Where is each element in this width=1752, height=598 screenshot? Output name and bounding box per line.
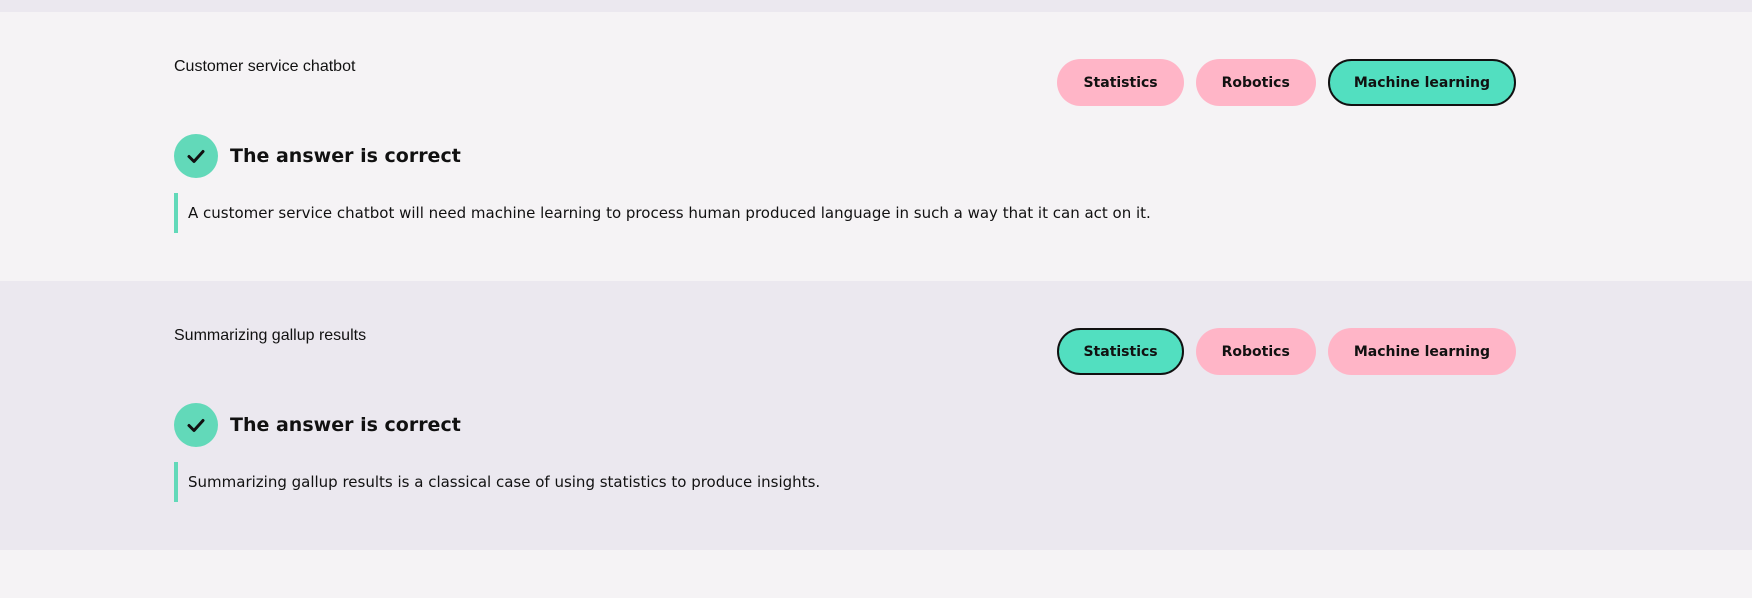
result-row: The answer is correct: [174, 403, 461, 447]
explanation-text: A customer service chatbot will need mac…: [174, 193, 1151, 233]
bottom-area: [0, 550, 1752, 598]
question-title: Summarizing gallup results: [174, 327, 367, 344]
option-robotics-button[interactable]: Robotics: [1195, 59, 1316, 106]
top-strip: [0, 0, 1752, 12]
question-card-gallup: Summarizing gallup results Statistics Ro…: [0, 281, 1752, 550]
option-statistics-button[interactable]: Statistics: [1057, 59, 1184, 106]
checkmark-icon: [174, 134, 218, 178]
question-title: Customer service chatbot: [174, 58, 356, 75]
explanation-text: Summarizing gallup results is a classica…: [174, 462, 820, 502]
option-statistics-button[interactable]: Statistics: [1057, 328, 1184, 375]
answer-options: Statistics Robotics Machine learning: [1057, 328, 1516, 375]
checkmark-icon: [174, 403, 218, 447]
option-machine-learning-button[interactable]: Machine learning: [1327, 59, 1516, 106]
option-robotics-button[interactable]: Robotics: [1195, 328, 1316, 375]
question-card-chatbot: Customer service chatbot Statistics Robo…: [0, 12, 1752, 281]
option-machine-learning-button[interactable]: Machine learning: [1327, 328, 1516, 375]
result-label: The answer is correct: [230, 145, 461, 167]
answer-options: Statistics Robotics Machine learning: [1057, 59, 1516, 106]
result-label: The answer is correct: [230, 414, 461, 436]
result-row: The answer is correct: [174, 134, 461, 178]
